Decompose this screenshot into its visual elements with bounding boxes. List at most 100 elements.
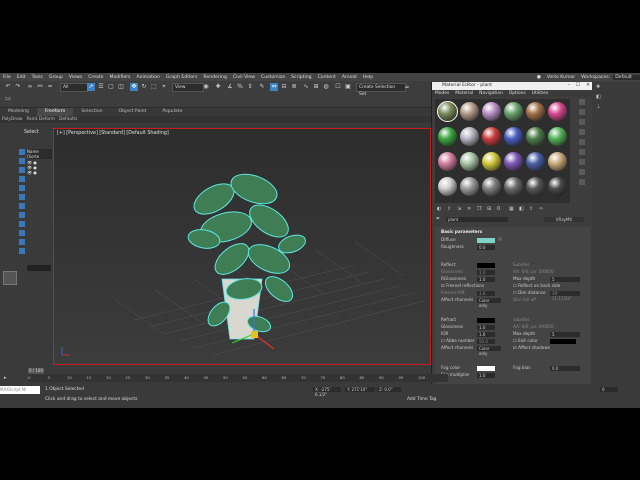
menu-options[interactable]: Options	[506, 90, 529, 97]
menu-animation[interactable]: Animation	[133, 75, 162, 80]
named-selection-set-dropdown[interactable]: Create Selection Set	[356, 83, 406, 97]
menu-content[interactable]: Content	[315, 75, 339, 80]
sample-sphere[interactable]	[460, 127, 479, 146]
redo-icon[interactable]: ↷	[14, 83, 22, 91]
material-editor-titlebar[interactable]: Material Editor - plant ✕ ☐ –	[432, 82, 593, 90]
select-by-name-icon[interactable]: ☰	[97, 83, 105, 91]
filter-shapes-icon[interactable]	[19, 158, 25, 164]
sample-sphere[interactable]	[460, 152, 479, 171]
select-by-material-icon[interactable]	[579, 169, 585, 175]
material-editor-icon[interactable]: ◍	[322, 83, 330, 91]
subtab-paint-deform[interactable]: Paint Deform	[24, 116, 57, 123]
material-id-channel-icon[interactable]: 0	[497, 206, 500, 212]
menu-views[interactable]: Views	[66, 75, 85, 80]
sample-sphere[interactable]	[482, 152, 501, 171]
rollout-title[interactable]: Basic parameters	[441, 229, 482, 235]
menu-arnold[interactable]: Arnold	[339, 75, 360, 80]
spinner-snap-icon[interactable]: ⇕	[246, 83, 254, 91]
max-depth-field[interactable]: 5	[550, 277, 580, 282]
y-coordinate[interactable]: Y: 271'10"	[345, 387, 375, 392]
sample-sphere[interactable]	[526, 152, 545, 171]
sample-sphere[interactable]	[504, 152, 523, 171]
sample-sphere[interactable]	[438, 152, 457, 171]
affect-shadows-checkbox[interactable]: ☑ Affect shadows	[513, 345, 550, 351]
create-tab-icon[interactable]: ✚	[596, 84, 600, 90]
sample-sphere[interactable]	[460, 102, 479, 121]
link-icon[interactable]: ∞	[26, 83, 34, 91]
sample-uv-tiling-icon[interactable]	[579, 129, 585, 135]
selection-filter-dropdown[interactable]: All	[60, 83, 88, 92]
rotate-icon[interactable]: ↻	[140, 83, 148, 91]
reset-map-icon[interactable]: ✕	[467, 206, 471, 212]
filter-helpers-icon[interactable]	[19, 185, 25, 191]
align-icon[interactable]: ⊟	[280, 83, 288, 91]
refract-color-swatch[interactable]	[477, 318, 495, 323]
menu-create[interactable]: Create	[85, 75, 106, 80]
go-forward-sibling-icon[interactable]: ⇨	[539, 206, 543, 212]
menu-group[interactable]: Group	[46, 75, 66, 80]
menu-modifiers[interactable]: Modifiers	[106, 75, 133, 80]
mirror-icon[interactable]: ⇔	[270, 83, 278, 91]
fog-bias-field[interactable]: 0.0	[550, 366, 580, 371]
workspace-dropdown[interactable]: Default	[613, 74, 640, 80]
subtab-polydraw[interactable]: PolyDraw	[0, 116, 24, 123]
tab-modeling[interactable]: Modeling	[0, 108, 37, 116]
dim-distance-field[interactable]: 39' 11.17/32"	[550, 291, 580, 301]
material-name-field[interactable]: plant	[446, 217, 508, 222]
exit-color-swatch[interactable]	[550, 339, 576, 344]
menu-navigation[interactable]: Navigation	[476, 90, 506, 97]
reflect-glossiness-field[interactable]: 1.0	[477, 270, 495, 275]
diffuse-color-swatch[interactable]	[477, 238, 495, 243]
sample-sphere[interactable]	[482, 102, 501, 121]
layer-explorer-icon[interactable]: ≣	[290, 83, 298, 91]
material-navigator-icon[interactable]	[579, 179, 585, 185]
menu-utilities[interactable]: Utilities	[529, 90, 552, 97]
tab-object-paint[interactable]: Object Paint	[111, 108, 155, 116]
diffuse-map-button[interactable]: M	[498, 237, 502, 243]
subtab-defaults[interactable]: Defaults	[57, 116, 79, 123]
abbe-field[interactable]: 50.0	[477, 339, 495, 344]
put-to-scene-icon[interactable]: ⇪	[447, 206, 451, 212]
snap-icon[interactable]: ✚	[214, 83, 222, 91]
menu-edit[interactable]: Edit	[14, 75, 29, 80]
make-unique-icon[interactable]: ❐	[477, 206, 481, 212]
refract-affect-dropdown[interactable]: Color only	[477, 346, 501, 356]
add-time-tag[interactable]: Add Time Tag	[407, 397, 436, 402]
reference-coordinate-dropdown[interactable]: View	[172, 83, 204, 92]
go-to-parent-icon[interactable]: ⇧	[529, 206, 533, 212]
reflect-back-checkbox[interactable]: ☐ Reflect on back side	[513, 283, 560, 289]
menu-tools[interactable]: Tools	[29, 75, 46, 80]
ribbon-toggle-icon[interactable]: ▭	[4, 95, 12, 103]
close-icon[interactable]: ✕	[586, 82, 590, 90]
sample-type-icon[interactable]	[579, 99, 585, 105]
menu-help[interactable]: Help	[360, 75, 376, 80]
background-icon[interactable]	[579, 119, 585, 125]
maxscript-listener[interactable]: MAXScript Mi	[0, 386, 40, 394]
place-icon[interactable]: ⌖	[160, 83, 168, 91]
fresnel-checkbox[interactable]: ☑ Fresnel reflections	[441, 283, 484, 289]
sample-sphere[interactable]	[482, 127, 501, 146]
window-crossing-icon[interactable]: ◫	[117, 83, 125, 91]
z-coordinate[interactable]: Z: 0.0"	[377, 387, 401, 392]
sample-sphere[interactable]	[548, 177, 567, 196]
user-icon[interactable]: ●	[534, 75, 544, 80]
menu-rendering[interactable]: Rendering	[200, 75, 229, 80]
dim-distance-checkbox[interactable]: ☐ Dim distance	[513, 290, 546, 296]
fog-color-swatch[interactable]	[477, 366, 495, 371]
eyedropper-icon[interactable]: ✒	[436, 216, 440, 222]
menu-file[interactable]: File	[0, 75, 14, 80]
tab-freeform[interactable]: Freeform	[36, 108, 74, 116]
filter-frozen-icon[interactable]	[19, 239, 25, 245]
put-to-library-icon[interactable]: ⊞	[487, 206, 491, 212]
menu-graph-editors[interactable]: Graph Editors	[163, 75, 201, 80]
reflect-color-swatch[interactable]	[477, 263, 495, 268]
assign-material-icon[interactable]: ⇲	[457, 206, 461, 212]
options-icon[interactable]	[579, 159, 585, 165]
make-preview-icon[interactable]	[579, 149, 585, 155]
auto-key-icon[interactable]: ▸	[4, 375, 7, 381]
filter-lights-icon[interactable]	[19, 167, 25, 173]
user-name[interactable]: Vorto Kumar	[544, 75, 578, 80]
ior-field[interactable]: 1.6	[477, 332, 495, 337]
get-material-icon[interactable]: ◐	[437, 206, 441, 212]
show-map-icon[interactable]: ▦	[509, 206, 514, 212]
